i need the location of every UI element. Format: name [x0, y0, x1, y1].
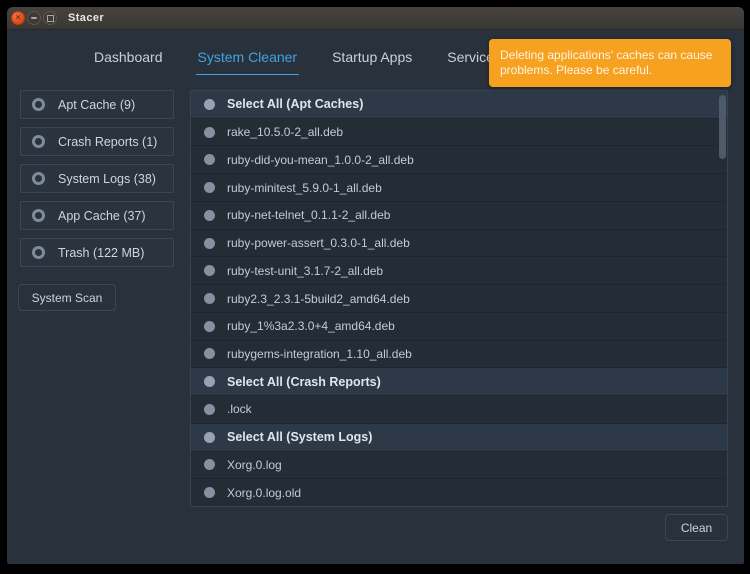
row-label: ruby_1%3a2.3.0+4_amd64.deb — [227, 319, 395, 333]
radio-circle-icon — [32, 172, 45, 185]
list-row[interactable]: ruby2.3_2.3.1-5build2_amd64.deb — [191, 285, 727, 313]
window-title: Stacer — [68, 12, 104, 24]
row-label: ruby2.3_2.3.1-5build2_amd64.deb — [227, 292, 410, 306]
row-label: Select All (Apt Caches) — [227, 97, 363, 111]
minus-icon — [31, 17, 37, 19]
system-scan-button[interactable]: System Scan — [18, 284, 116, 311]
checkbox-circle-icon[interactable] — [204, 348, 215, 359]
row-label: rake_10.5.0-2_all.deb — [227, 125, 343, 139]
clean-button[interactable]: Clean — [665, 514, 728, 541]
square-icon — [47, 15, 54, 22]
list-row[interactable]: Xorg.0.log.old — [191, 479, 727, 506]
minimize-button[interactable] — [27, 11, 41, 25]
list-row[interactable]: ruby_1%3a2.3.0+4_amd64.deb — [191, 313, 727, 341]
checkbox-circle-icon[interactable] — [204, 154, 215, 165]
sidebar-item-trash[interactable]: Trash (122 MB) — [20, 238, 174, 267]
cleaner-file-list: Select All (Apt Caches) rake_10.5.0-2_al… — [190, 90, 728, 507]
maximize-button[interactable] — [43, 11, 57, 25]
sidebar-item-label: App Cache (37) — [58, 209, 146, 223]
sidebar-item-app-cache[interactable]: App Cache (37) — [20, 201, 174, 230]
row-label: Select All (System Logs) — [227, 430, 372, 444]
sidebar-item-label: Trash (122 MB) — [58, 246, 144, 260]
app-window: ✕ Stacer Dashboard System Cleaner Startu… — [7, 7, 744, 564]
row-label: Xorg.0.log.old — [227, 486, 301, 500]
sidebar-item-label: System Logs (38) — [58, 172, 156, 186]
checkbox-circle-icon[interactable] — [204, 210, 215, 221]
sidebar-item-label: Apt Cache (9) — [58, 98, 135, 112]
warning-toast[interactable]: Deleting applications' caches can cause … — [489, 39, 731, 87]
checkbox-circle-icon[interactable] — [204, 238, 215, 249]
checkbox-circle-icon[interactable] — [204, 459, 215, 470]
tab-dashboard[interactable]: Dashboard — [92, 49, 165, 75]
checkbox-circle-icon[interactable] — [204, 293, 215, 304]
sidebar-item-apt-cache[interactable]: Apt Cache (9) — [20, 90, 174, 119]
row-label: Select All (Crash Reports) — [227, 375, 381, 389]
checkbox-circle-icon[interactable] — [204, 321, 215, 332]
sidebar-item-crash-reports[interactable]: Crash Reports (1) — [20, 127, 174, 156]
row-label: Xorg.0.log — [227, 458, 282, 472]
tab-system-cleaner[interactable]: System Cleaner — [196, 49, 300, 75]
checkbox-circle-icon[interactable] — [204, 99, 215, 110]
list-row[interactable]: ruby-test-unit_3.1.7-2_all.deb — [191, 257, 727, 285]
titlebar: ✕ Stacer — [7, 7, 744, 30]
checkbox-circle-icon[interactable] — [204, 487, 215, 498]
checkbox-circle-icon[interactable] — [204, 127, 215, 138]
list-row[interactable]: rake_10.5.0-2_all.deb — [191, 119, 727, 147]
checkbox-circle-icon[interactable] — [204, 404, 215, 415]
tab-startup-apps[interactable]: Startup Apps — [330, 49, 414, 75]
list-scrollbar-thumb[interactable] — [719, 95, 726, 159]
list-row[interactable]: ruby-power-assert_0.3.0-1_all.deb — [191, 230, 727, 258]
cleaner-sidebar: Apt Cache (9) Crash Reports (1) System L… — [20, 90, 174, 275]
checkbox-circle-icon[interactable] — [204, 376, 215, 387]
row-label: .lock — [227, 402, 252, 416]
row-label: ruby-power-assert_0.3.0-1_all.deb — [227, 236, 410, 250]
radio-circle-icon — [32, 246, 45, 259]
row-label: ruby-did-you-mean_1.0.0-2_all.deb — [227, 153, 414, 167]
radio-circle-icon — [32, 98, 45, 111]
list-row-select-all-apt[interactable]: Select All (Apt Caches) — [191, 91, 727, 119]
list-row[interactable]: ruby-minitest_5.9.0-1_all.deb — [191, 174, 727, 202]
list-row[interactable]: rubygems-integration_1.10_all.deb — [191, 341, 727, 369]
close-button[interactable]: ✕ — [11, 11, 25, 25]
checkbox-circle-icon[interactable] — [204, 432, 215, 443]
checkbox-circle-icon[interactable] — [204, 182, 215, 193]
list-row[interactable]: .lock — [191, 396, 727, 424]
list-row[interactable]: ruby-net-telnet_0.1.1-2_all.deb — [191, 202, 727, 230]
list-row-select-all-crash[interactable]: Select All (Crash Reports) — [191, 368, 727, 396]
list-row-select-all-syslogs[interactable]: Select All (System Logs) — [191, 424, 727, 452]
checkbox-circle-icon[interactable] — [204, 265, 215, 276]
radio-circle-icon — [32, 209, 45, 222]
row-label: ruby-net-telnet_0.1.1-2_all.deb — [227, 208, 390, 222]
sidebar-item-label: Crash Reports (1) — [58, 135, 157, 149]
radio-circle-icon — [32, 135, 45, 148]
row-label: ruby-minitest_5.9.0-1_all.deb — [227, 181, 382, 195]
list-row[interactable]: ruby-did-you-mean_1.0.0-2_all.deb — [191, 146, 727, 174]
row-label: rubygems-integration_1.10_all.deb — [227, 347, 412, 361]
row-label: ruby-test-unit_3.1.7-2_all.deb — [227, 264, 383, 278]
sidebar-item-system-logs[interactable]: System Logs (38) — [20, 164, 174, 193]
list-row[interactable]: Xorg.0.log — [191, 452, 727, 480]
